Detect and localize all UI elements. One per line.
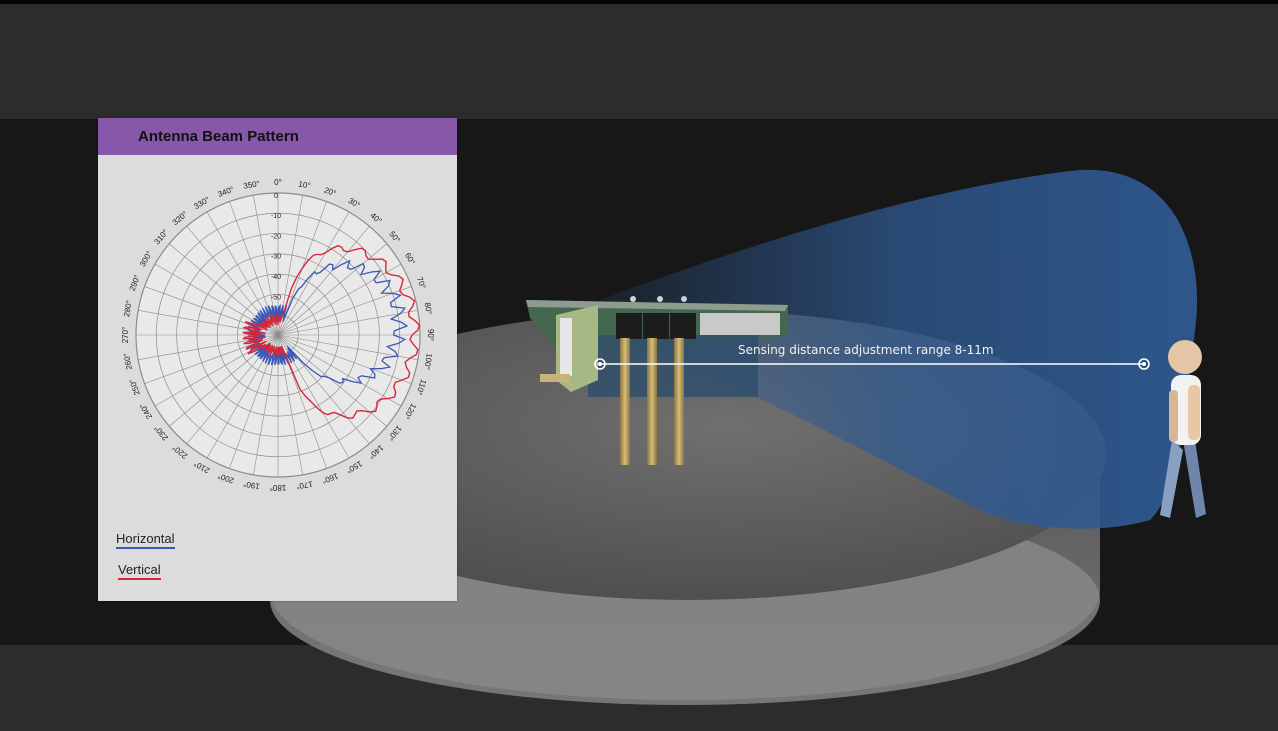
angle-label: 60° <box>403 251 417 266</box>
panel-title: Antenna Beam Pattern <box>98 118 457 155</box>
angle-label: 240° <box>138 402 154 421</box>
angle-label: 50° <box>387 230 402 245</box>
angle-label: 290° <box>128 274 142 293</box>
angle-label: 170° <box>296 479 314 491</box>
sensing-range-label: Sensing distance adjustment range 8-11m <box>738 343 994 357</box>
angle-label: 340° <box>217 185 236 199</box>
polar-beam-chart: 0° 10° 20° 30° 40° 50°60° 70° 80° 90° 100° 110° 120… <box>121 178 435 492</box>
radial-label: -10 <box>271 213 281 220</box>
angle-label: 190° <box>243 479 261 491</box>
angle-label: 120° <box>402 402 418 421</box>
angle-label: 140° <box>367 443 385 461</box>
radial-label: -50 <box>271 294 281 301</box>
angle-label: 270° <box>121 327 130 344</box>
angle-label: 300° <box>138 249 154 268</box>
angle-label: 70° <box>415 276 428 290</box>
angle-label: 220° <box>171 443 189 461</box>
angle-label: 160° <box>321 471 340 485</box>
angle-label: 200° <box>217 471 236 485</box>
angle-label: 280° <box>122 300 134 318</box>
angle-label: 180° <box>270 483 287 492</box>
angle-label: 330° <box>192 195 211 211</box>
angle-label: 310° <box>152 228 170 246</box>
angle-label: 30° <box>347 196 362 210</box>
radial-label: -30 <box>271 254 281 261</box>
angle-label: 110° <box>414 378 428 396</box>
angle-label: 210° <box>192 459 211 475</box>
angle-label: 320° <box>171 209 189 227</box>
angle-label: 150° <box>345 459 364 475</box>
angle-label: 20° <box>323 186 337 199</box>
radial-label: -20 <box>271 233 281 240</box>
angle-label: 230° <box>152 424 170 442</box>
angle-label: 350° <box>243 179 261 191</box>
angle-label: 0° <box>274 178 282 187</box>
angle-label: 40° <box>368 211 383 226</box>
angle-label: 80° <box>423 302 434 315</box>
angle-label: 90° <box>426 329 435 341</box>
legend-vertical: Vertical <box>118 562 161 580</box>
antenna-beam-pattern-panel: Antenna Beam Pattern 0° 10° 20° 30° 40° 50° 60… <box>98 118 457 601</box>
radial-label: -40 <box>271 274 281 281</box>
radial-label: 0 <box>274 193 278 200</box>
angle-label: 100° <box>422 353 434 371</box>
angle-label: 250° <box>128 378 142 397</box>
angle-label: 10° <box>298 179 311 190</box>
angle-label: 260° <box>122 353 134 371</box>
angle-label: 130° <box>386 424 404 442</box>
legend-horizontal: Horizontal <box>116 531 175 549</box>
